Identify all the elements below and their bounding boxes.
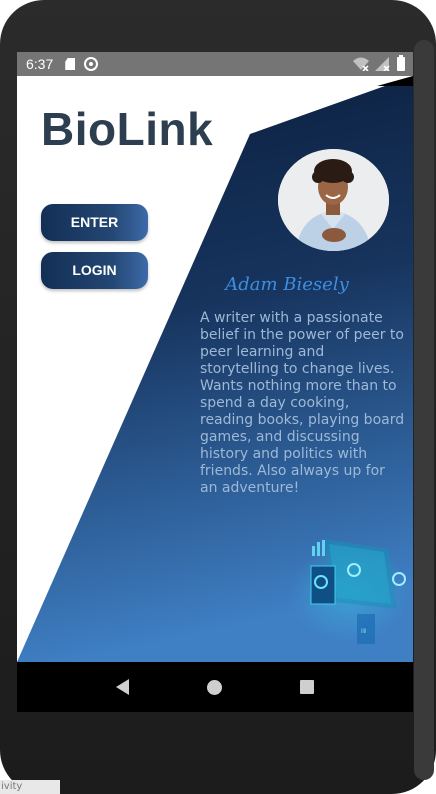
login-button[interactable]: LOGIN: [41, 252, 148, 289]
status-bar: 6:37: [17, 52, 413, 76]
tech-dashboard-illustration: ||||: [289, 539, 409, 644]
sync-icon: [84, 57, 99, 71]
background-caption: ivity: [0, 780, 60, 794]
home-icon[interactable]: [207, 679, 222, 695]
profile-name: Adam Biesely: [225, 274, 349, 295]
app-title: BioLink: [41, 103, 214, 155]
battery-icon: [397, 55, 405, 71]
status-indicators: [353, 55, 405, 71]
signal-icon: [375, 57, 390, 71]
enter-button[interactable]: ENTER: [41, 204, 148, 241]
profile-bio: A writer with a passionate belief in the…: [200, 310, 405, 496]
svg-text:||||: ||||: [361, 628, 366, 633]
person-portrait-icon: [278, 149, 389, 251]
system-nav-bar: [17, 662, 413, 712]
back-icon[interactable]: [116, 679, 129, 695]
wifi-off-icon: [353, 57, 369, 71]
status-time: 6:37: [26, 56, 54, 72]
profile-avatar: [278, 149, 389, 251]
phone-screen: 6:37 BioLink ENTER LOGIN Adam Biesely A …: [17, 52, 413, 712]
app-content: BioLink ENTER LOGIN Adam Biesely A write…: [17, 76, 413, 662]
sd-card-icon: [65, 58, 76, 70]
device-frame-edge: [414, 40, 434, 780]
recents-icon[interactable]: [300, 680, 314, 694]
